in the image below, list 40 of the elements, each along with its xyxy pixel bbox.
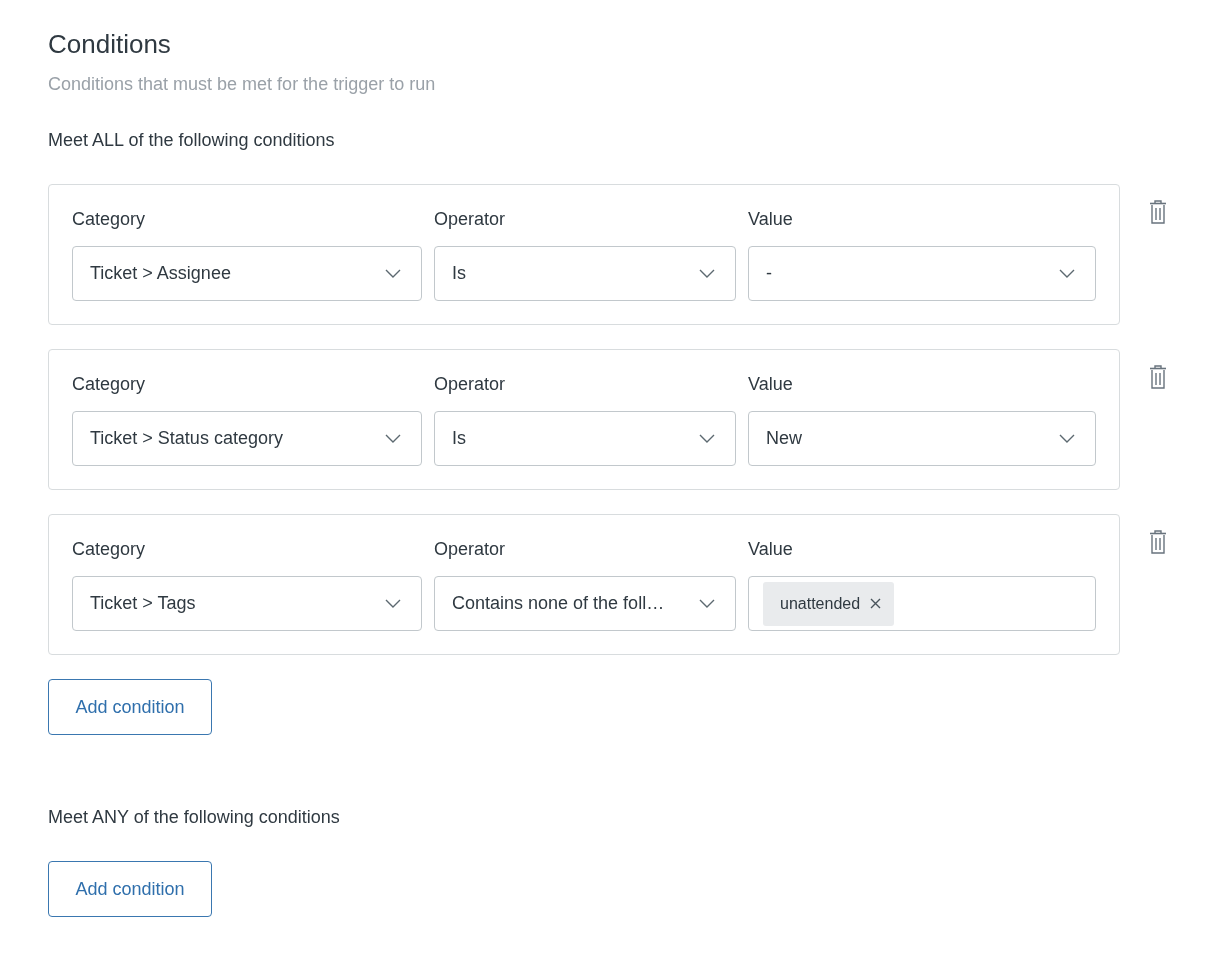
field-label: Category xyxy=(72,373,146,395)
operator-select[interactable]: Is xyxy=(434,411,736,466)
value-select[interactable]: New xyxy=(748,411,1096,466)
tags-input-field[interactable]: unattended xyxy=(748,576,1096,631)
operator-select[interactable]: Contains none of the foll… xyxy=(434,576,736,631)
chevron-down-icon xyxy=(385,434,401,443)
chevron-down-icon xyxy=(699,269,715,278)
field-label: Value xyxy=(748,373,793,395)
chevron-down-icon xyxy=(1059,269,1075,278)
field-label: Value xyxy=(748,208,793,230)
field-label: Category xyxy=(72,538,146,560)
chevron-down-icon xyxy=(699,434,715,443)
category-select[interactable]: Ticket > Assignee xyxy=(72,246,422,301)
chevron-down-icon xyxy=(699,599,715,608)
delete-button[interactable] xyxy=(1149,365,1167,389)
field-label: Operator xyxy=(434,373,506,395)
remove-tag-icon[interactable] xyxy=(870,598,882,609)
chevron-down-icon xyxy=(385,269,401,278)
group-heading: Meet ANY of the following conditions xyxy=(48,806,340,829)
trash-icon xyxy=(1149,530,1167,554)
delete-button[interactable] xyxy=(1149,530,1167,554)
trash-icon xyxy=(1149,200,1167,224)
category-select[interactable]: Ticket > Tags xyxy=(72,576,422,631)
add-condition-button[interactable]: Add condition xyxy=(48,679,212,735)
value-select[interactable]: - xyxy=(748,246,1096,301)
group-heading: Meet ALL of the following conditions xyxy=(48,129,335,152)
field-label: Category xyxy=(72,208,146,230)
operator-select[interactable]: Is xyxy=(434,246,736,301)
field-label: Operator xyxy=(434,538,506,560)
add-condition-button[interactable]: Add condition xyxy=(48,861,212,917)
chevron-down-icon xyxy=(385,599,401,608)
trash-icon xyxy=(1149,365,1167,389)
tag-label: unattended xyxy=(780,594,861,613)
category-select[interactable]: Ticket > Status category xyxy=(72,411,422,466)
field-label: Value xyxy=(748,538,793,560)
section-title: Conditions xyxy=(48,28,172,60)
delete-button[interactable] xyxy=(1149,200,1167,224)
chevron-down-icon xyxy=(1059,434,1075,443)
field-label: Operator xyxy=(434,208,506,230)
section-subtitle: Conditions that must be met for the trigger to run xyxy=(48,73,437,96)
